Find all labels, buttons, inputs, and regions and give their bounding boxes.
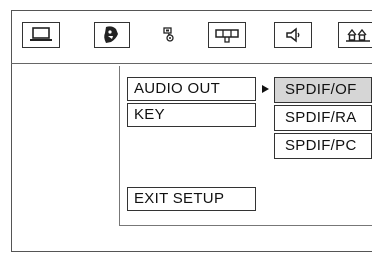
- menu-item-audio-out[interactable]: AUDIO OUT: [127, 77, 256, 101]
- speaker-setup-icon[interactable]: [208, 22, 246, 48]
- submenu-arrow-icon: [262, 85, 269, 93]
- menu-item-exit-setup[interactable]: EXIT SETUP: [127, 187, 256, 211]
- audio-setup-icon[interactable]: [274, 22, 312, 48]
- language-setup-icon[interactable]: [94, 22, 130, 48]
- option-spdif-pcm[interactable]: SPDIF/PC: [274, 133, 372, 159]
- menu-item-key[interactable]: KEY: [127, 103, 256, 127]
- option-spdif-off[interactable]: SPDIF/OF: [274, 77, 372, 103]
- video-setup-icon[interactable]: [152, 22, 186, 48]
- preference-setup-icon[interactable]: [338, 22, 372, 48]
- system-setup-icon[interactable]: [22, 22, 60, 48]
- option-spdif-raw[interactable]: SPDIF/RA: [274, 105, 372, 131]
- toolbar-divider: [11, 63, 372, 64]
